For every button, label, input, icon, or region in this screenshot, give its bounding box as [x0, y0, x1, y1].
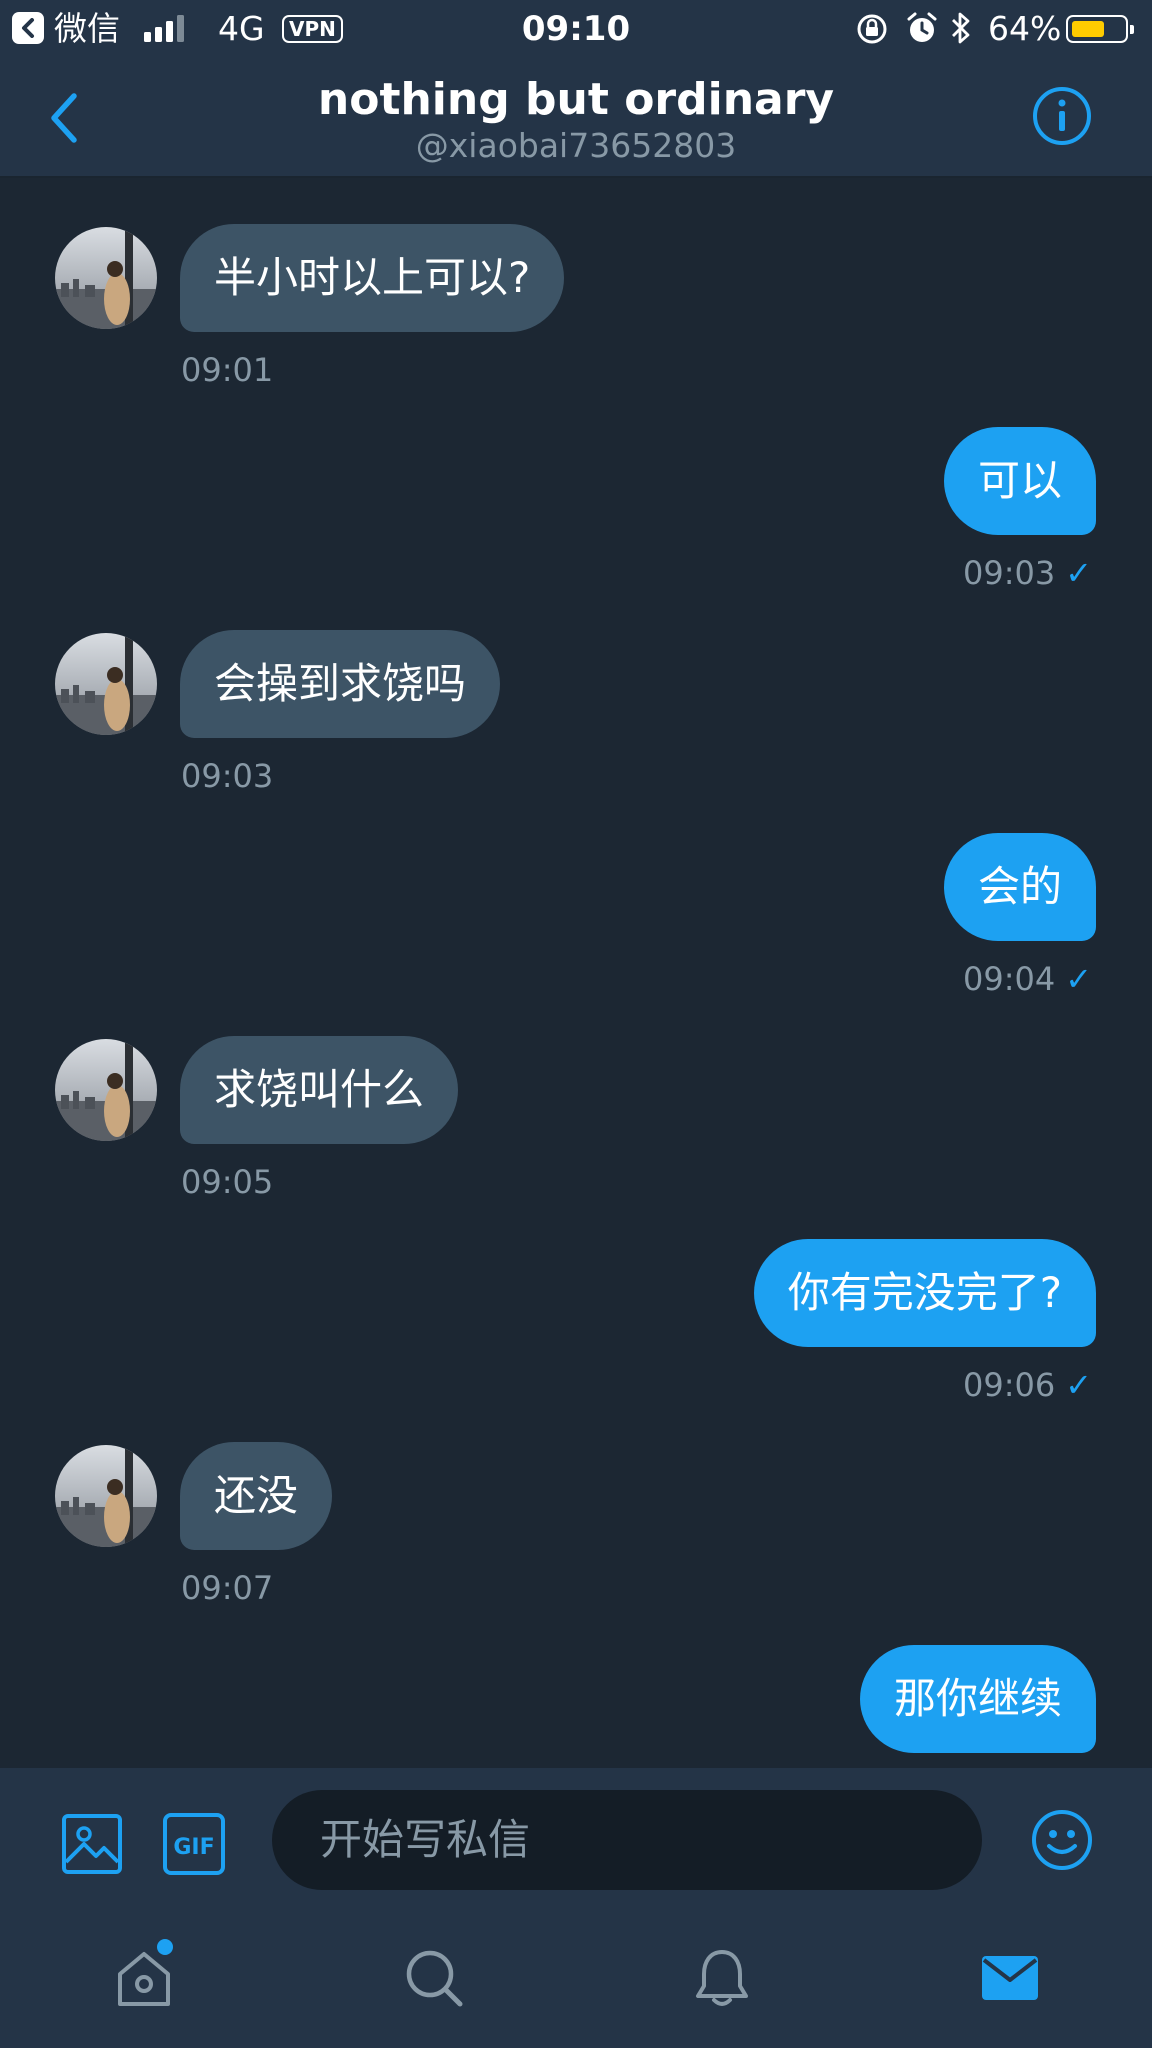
- sent-check-icon: ✓: [1065, 960, 1092, 998]
- sender-avatar[interactable]: [55, 1039, 157, 1141]
- timestamp-text: 09:01: [181, 351, 274, 389]
- battery-level: [1072, 21, 1104, 37]
- sender-avatar[interactable]: [55, 633, 157, 735]
- conversation-handle[interactable]: @xiaobai73652803: [0, 126, 1152, 166]
- message-list: 半小时以上可以? 09:01 可以 09:03 ✓ 会操到求饶吗 09:03 会的 09:04 ✓…: [0, 178, 1152, 1768]
- sent-check-icon: ✓: [1065, 1366, 1092, 1404]
- dm-screen: 微信 4G VPN 09:10 64% nothing but ordinary…: [0, 0, 1152, 2048]
- mail-icon[interactable]: [978, 1946, 1042, 2010]
- composer-bar: GIF: [0, 1768, 1152, 1908]
- image-icon[interactable]: [60, 1812, 124, 1876]
- timestamp-text: 09:06: [962, 1366, 1056, 1404]
- home-notification-dot: [157, 1939, 173, 1955]
- conversation-header: nothing but ordinary @xiaobai73652803: [0, 58, 1152, 178]
- bluetooth-icon: [952, 12, 970, 44]
- alarm-icon: [907, 12, 937, 42]
- incoming-message-bubble[interactable]: 还没: [180, 1442, 333, 1550]
- timestamp-text: 09:03: [181, 757, 274, 795]
- gif-label: GIF: [173, 1835, 214, 1860]
- timestamp-text: 09:04: [962, 960, 1056, 998]
- message-timestamp: 09:04 ✓: [963, 959, 1092, 999]
- home-icon[interactable]: [112, 1946, 176, 2010]
- search-icon[interactable]: [402, 1946, 466, 2010]
- bell-icon[interactable]: [690, 1946, 754, 2010]
- conversation-title[interactable]: nothing but ordinary: [0, 74, 1152, 126]
- timestamp-text: 09:03: [962, 554, 1056, 592]
- message-timestamp: 09:06 ✓: [963, 1365, 1092, 1405]
- incoming-message-bubble[interactable]: 半小时以上可以?: [180, 224, 565, 332]
- status-time: 09:10: [521, 9, 631, 49]
- outgoing-message-bubble[interactable]: 会的: [943, 833, 1096, 941]
- message-input[interactable]: [272, 1790, 982, 1890]
- sender-avatar[interactable]: [55, 227, 157, 329]
- sent-check-icon: ✓: [1065, 554, 1092, 592]
- battery-icon: [1066, 15, 1134, 43]
- emoji-icon[interactable]: [1030, 1808, 1094, 1872]
- timestamp-text: 09:07: [181, 1569, 274, 1607]
- rotation-lock-icon: [857, 14, 887, 44]
- incoming-message-bubble[interactable]: 会操到求饶吗: [180, 630, 501, 738]
- message-timestamp: 09:03: [181, 756, 273, 796]
- message-timestamp: 09:03 ✓: [963, 553, 1092, 593]
- info-icon[interactable]: [1032, 86, 1092, 146]
- message-timestamp: 09:01: [181, 350, 273, 390]
- outgoing-message-bubble[interactable]: 你有完没完了?: [753, 1239, 1096, 1347]
- message-timestamp: 09:05: [181, 1162, 273, 1202]
- sender-avatar[interactable]: [55, 1445, 157, 1547]
- gif-button[interactable]: GIF: [162, 1812, 226, 1876]
- tab-bar: [0, 1908, 1152, 2048]
- gif-icon: GIF: [163, 1813, 225, 1875]
- outgoing-message-bubble[interactable]: 那你继续: [859, 1645, 1096, 1753]
- message-timestamp: 09:07: [181, 1568, 273, 1608]
- timestamp-text: 09:05: [181, 1163, 274, 1201]
- status-bar: 微信 4G VPN 09:10 64%: [0, 0, 1152, 58]
- incoming-message-bubble[interactable]: 求饶叫什么: [180, 1036, 459, 1144]
- battery-percent: 64%: [988, 9, 1062, 48]
- outgoing-message-bubble[interactable]: 可以: [943, 427, 1096, 535]
